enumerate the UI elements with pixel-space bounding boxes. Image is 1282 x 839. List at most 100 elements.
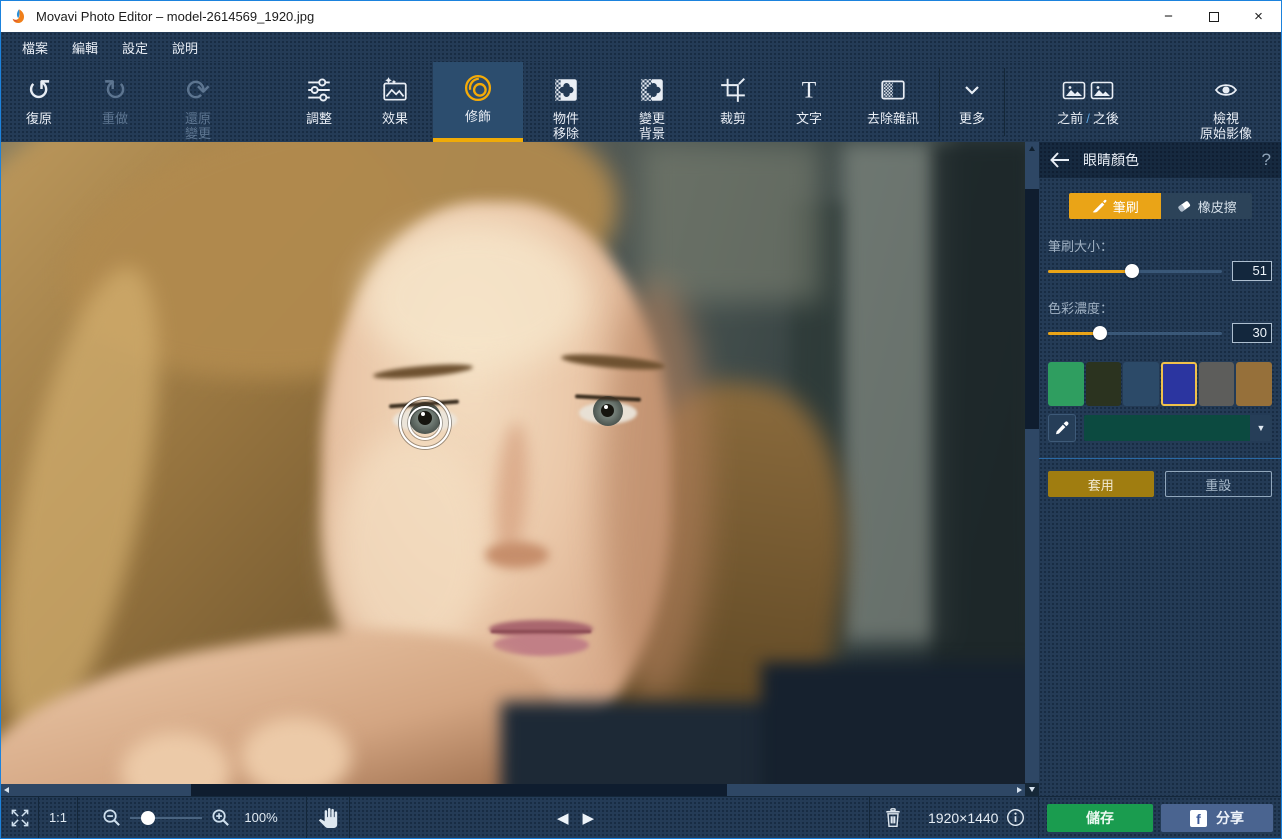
zoom-slider-thumb[interactable] xyxy=(141,811,155,825)
before-image-icon xyxy=(1062,81,1086,100)
eraser-icon xyxy=(1176,198,1192,214)
menu-edit[interactable]: 編輯 xyxy=(62,34,108,61)
current-color-bar[interactable]: ▼ xyxy=(1084,415,1272,441)
zoom-out-icon[interactable] xyxy=(101,807,122,828)
reset-button[interactable]: 重設 xyxy=(1165,471,1273,497)
revert-changes-button[interactable]: ⟳ 還原變更 xyxy=(153,62,243,142)
maximize-button[interactable] xyxy=(1191,1,1236,32)
fit-to-screen-button[interactable] xyxy=(1,797,38,839)
scroll-right-icon[interactable] xyxy=(1017,787,1022,793)
photo-nose-tip xyxy=(485,542,549,568)
apply-button[interactable]: 套用 xyxy=(1048,471,1154,497)
save-button[interactable]: 儲存 xyxy=(1047,804,1153,832)
vertical-scrollbar[interactable] xyxy=(1025,142,1039,796)
brush-size-slider-thumb[interactable] xyxy=(1125,264,1139,278)
color-intensity-label: 色彩濃度： xyxy=(1048,298,1272,317)
revert-icon: ⟳ xyxy=(186,75,210,105)
brush-size-slider[interactable] xyxy=(1048,264,1222,278)
menu-help[interactable]: 說明 xyxy=(162,34,208,61)
maximize-icon xyxy=(1209,12,1219,22)
back-arrow-icon[interactable] xyxy=(1049,151,1071,169)
horizontal-scrollbar[interactable] xyxy=(1,784,1025,796)
menu-settings[interactable]: 設定 xyxy=(112,34,158,61)
previous-image-button[interactable]: ◀ xyxy=(557,809,569,827)
help-button[interactable]: ? xyxy=(1262,150,1271,170)
adjust-sliders-icon xyxy=(305,76,333,104)
current-color-value[interactable] xyxy=(1084,415,1250,441)
close-button[interactable]: × xyxy=(1236,1,1281,32)
panel-body: 筆刷 橡皮擦 筆刷大小： xyxy=(1039,193,1281,497)
brush-mode-button[interactable]: 筆刷 xyxy=(1069,193,1161,219)
tool-change-background[interactable]: 變更背景 xyxy=(609,62,695,142)
color-swatch-brown[interactable] xyxy=(1236,362,1272,406)
eyedropper-button[interactable] xyxy=(1048,414,1076,442)
zoom-level-label: 100% xyxy=(239,810,283,825)
tool-effects[interactable]: 效果 xyxy=(357,62,433,142)
retouch-face-icon xyxy=(463,73,493,103)
eraser-mode-button[interactable]: 橡皮擦 xyxy=(1161,193,1253,219)
delete-image-button[interactable] xyxy=(870,797,916,839)
panel-divider xyxy=(1039,458,1281,459)
photo-canvas[interactable] xyxy=(1,142,1025,796)
window-title: Movavi Photo Editor – model-2614569_1920… xyxy=(36,9,314,24)
color-swatch-gray[interactable] xyxy=(1199,362,1235,406)
zoom-slider[interactable] xyxy=(130,811,202,825)
undo-button[interactable]: ↺ 復原 xyxy=(1,62,77,142)
main-area: 眼睛顏色 ? 筆刷 xyxy=(1,142,1281,796)
color-dropdown-button[interactable]: ▼ xyxy=(1250,415,1272,441)
actual-size-button[interactable]: 1:1 xyxy=(39,797,77,839)
color-intensity-slider-thumb[interactable] xyxy=(1093,326,1107,340)
redo-button[interactable]: ↻ 重做 xyxy=(77,62,153,142)
window-controls: − × xyxy=(1146,1,1281,32)
more-tools-button[interactable]: 更多 xyxy=(940,62,1004,142)
next-image-button[interactable]: ▶ xyxy=(583,809,595,827)
fit-to-screen-icon xyxy=(9,807,31,829)
undo-icon: ↺ xyxy=(27,75,51,105)
brush-icon xyxy=(1091,198,1107,214)
brush-eraser-toggle: 筆刷 橡皮擦 xyxy=(1069,193,1252,219)
eye-color-brush-cursor-inner xyxy=(408,406,442,440)
change-background-icon xyxy=(638,76,666,104)
eyedropper-icon xyxy=(1054,420,1070,436)
vertical-scrollbar-thumb[interactable] xyxy=(1025,189,1039,429)
photo-face-shadow xyxy=(601,282,711,702)
photo-mouth-line xyxy=(491,630,591,633)
color-swatch-slate-blue[interactable] xyxy=(1123,362,1159,406)
scroll-left-icon[interactable] xyxy=(4,787,9,793)
before-after-button[interactable]: 之前/之後 xyxy=(1005,62,1171,142)
color-swatch-dark-olive[interactable] xyxy=(1086,362,1122,406)
photo-right-eye-glint xyxy=(604,405,608,409)
menu-file[interactable]: 檔案 xyxy=(12,34,58,61)
tool-object-removal[interactable]: 物件移除 xyxy=(523,62,609,142)
minimize-button[interactable]: − xyxy=(1146,1,1191,32)
tool-denoise[interactable]: 去除雜訊 xyxy=(847,62,939,142)
crop-icon xyxy=(719,76,747,104)
zoom-in-icon[interactable] xyxy=(210,807,231,828)
eye-icon xyxy=(1213,80,1239,100)
hand-tool-button[interactable] xyxy=(307,797,349,839)
tool-text[interactable]: T 文字 xyxy=(771,62,847,142)
color-swatch-green[interactable] xyxy=(1048,362,1084,406)
facebook-icon: f xyxy=(1190,810,1207,827)
horizontal-scrollbar-thumb[interactable] xyxy=(191,784,727,796)
photo-cheek-highlight xyxy=(331,432,491,662)
tool-retouch[interactable]: 修飾 xyxy=(433,62,523,142)
color-swatches xyxy=(1048,362,1272,406)
eye-color-panel: 眼睛顏色 ? 筆刷 xyxy=(1039,142,1281,796)
color-swatch-royal-blue[interactable] xyxy=(1161,362,1197,406)
share-button[interactable]: f 分享 xyxy=(1161,804,1273,832)
info-icon[interactable] xyxy=(1006,808,1025,827)
tool-crop[interactable]: 裁剪 xyxy=(695,62,771,142)
tool-adjust[interactable]: 調整 xyxy=(281,62,357,142)
scroll-up-icon[interactable] xyxy=(1029,146,1035,151)
color-intensity-slider[interactable] xyxy=(1048,326,1222,340)
brush-size-value[interactable]: 51 xyxy=(1232,261,1272,281)
photo-forehead-highlight xyxy=(361,222,591,372)
app-window: Movavi Photo Editor – model-2614569_1920… xyxy=(0,0,1282,839)
view-original-button[interactable]: 檢視原始影像 xyxy=(1171,62,1281,142)
scroll-down-icon[interactable] xyxy=(1029,787,1035,792)
photo-bg-top-right xyxy=(641,142,821,302)
zoom-controls: 100% xyxy=(78,797,306,839)
color-intensity-value[interactable]: 30 xyxy=(1232,323,1272,343)
trash-icon xyxy=(883,807,903,829)
